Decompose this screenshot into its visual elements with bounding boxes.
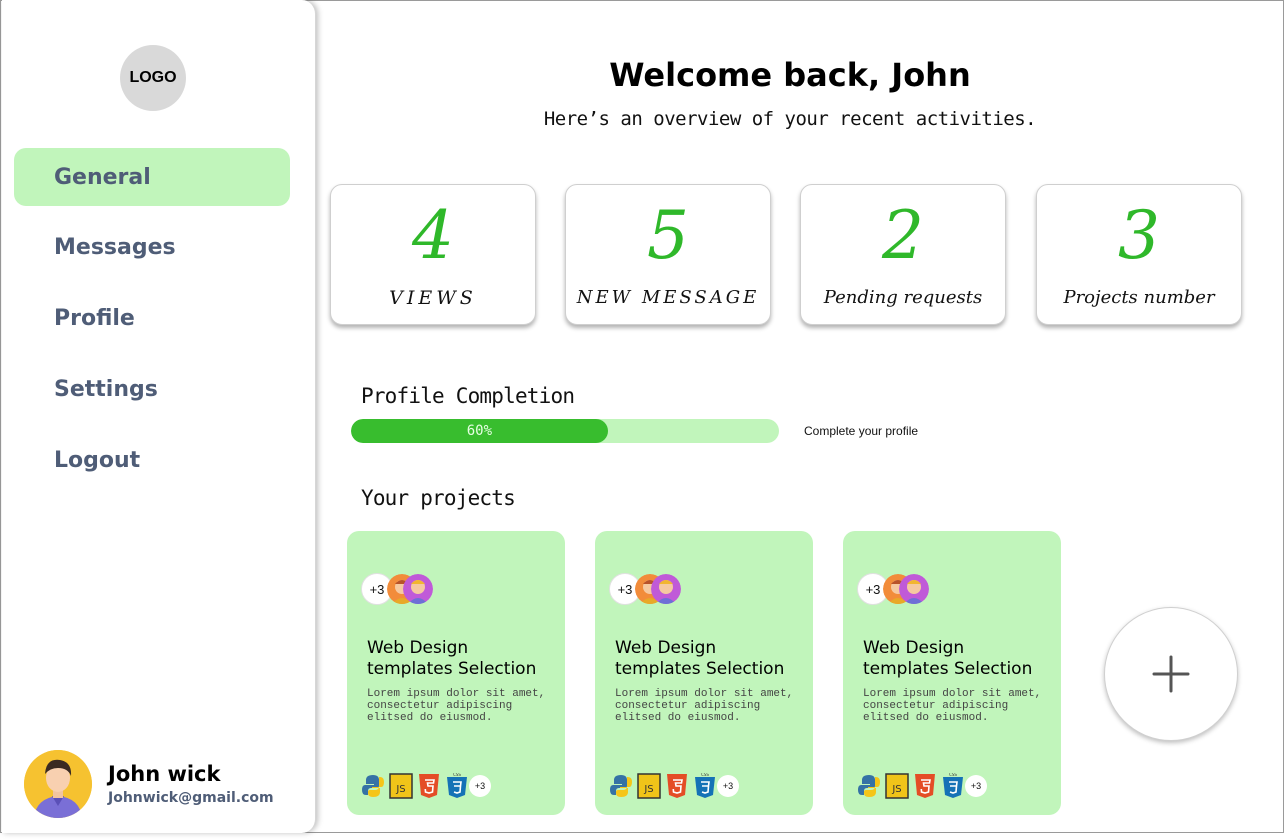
profile-completion-title: Profile Completion xyxy=(361,384,575,408)
project-title: Web Design templates Selection xyxy=(367,638,537,679)
svg-text:JS: JS xyxy=(643,784,653,795)
tech-more-badge: +3 xyxy=(965,775,987,797)
project-members[interactable]: +3 xyxy=(857,573,957,607)
project-members[interactable]: +3 xyxy=(609,573,709,607)
sidebar-item-messages[interactable]: Messages xyxy=(14,218,290,276)
stat-value: 4 xyxy=(412,197,454,274)
javascript-icon: JS xyxy=(885,773,909,799)
project-description: Lorem ipsum dolor sit amet, consectetur … xyxy=(367,688,546,724)
user-avatar-icon xyxy=(24,750,92,818)
project-card[interactable]: +3 Web Design templates Selection Lorem … xyxy=(843,531,1061,815)
logo: LOGO xyxy=(120,45,186,111)
svg-text:CSS: CSS xyxy=(949,773,957,777)
project-description: Lorem ipsum dolor sit amet, consectetur … xyxy=(863,688,1042,724)
project-tech-stack: JS CSS +3 xyxy=(609,773,809,801)
user-email: Johnwick@gmail.com xyxy=(108,790,274,806)
tech-more-badge: +3 xyxy=(717,775,739,797)
projects-title: Your projects xyxy=(361,486,516,510)
stat-value: 3 xyxy=(1118,197,1160,274)
css3-icon: CSS xyxy=(695,773,715,798)
complete-profile-link[interactable]: Complete your profile xyxy=(804,424,918,438)
html5-icon xyxy=(419,774,439,798)
page-subtitle: Here’s an overview of your recent activi… xyxy=(543,108,1037,130)
user-card[interactable]: John wick Johnwick@gmail.com xyxy=(24,748,304,818)
sidebar-item-profile[interactable]: Profile xyxy=(14,289,290,347)
stat-card-views[interactable]: 4 VIEWS xyxy=(330,184,536,325)
stat-card-pending-requests[interactable]: 2 Pending requests xyxy=(800,184,1006,325)
sidebar-item-logout[interactable]: Logout xyxy=(14,431,290,489)
python-icon xyxy=(362,775,384,797)
member-avatar-icon xyxy=(899,574,929,604)
css3-icon: CSS xyxy=(447,773,467,798)
sidebar-item-settings[interactable]: Settings xyxy=(14,360,290,418)
stat-card-projects-number[interactable]: 3 Projects number xyxy=(1036,184,1242,325)
project-title: Web Design templates Selection xyxy=(863,638,1033,679)
stat-label: Pending requests xyxy=(823,287,983,308)
python-icon xyxy=(610,775,632,797)
member-avatar-icon xyxy=(403,574,433,604)
avatar xyxy=(24,750,92,818)
css3-icon: CSS xyxy=(943,773,963,798)
page-title: Welcome back, John xyxy=(609,56,971,94)
html5-icon xyxy=(915,774,935,798)
project-members[interactable]: +3 xyxy=(361,573,461,607)
plus-icon xyxy=(1152,655,1190,693)
javascript-icon: JS xyxy=(389,773,413,799)
member-avatar-icon xyxy=(651,574,681,604)
sidebar: LOGO General Messages Profile Settings L… xyxy=(2,0,316,833)
project-description: Lorem ipsum dolor sit amet, consectetur … xyxy=(615,688,794,724)
svg-text:JS: JS xyxy=(891,784,901,795)
python-icon xyxy=(858,775,880,797)
svg-text:CSS: CSS xyxy=(453,773,461,777)
javascript-icon: JS xyxy=(637,773,661,799)
user-name: John wick xyxy=(108,762,221,786)
add-project-button[interactable] xyxy=(1104,607,1238,741)
stat-value: 5 xyxy=(647,197,689,274)
stat-label: NEW MESSAGE xyxy=(576,287,760,308)
svg-text:JS: JS xyxy=(395,784,405,795)
project-card[interactable]: +3 Web Design templates Selection Lorem … xyxy=(595,531,813,815)
stat-card-new-message[interactable]: 5 NEW MESSAGE xyxy=(565,184,771,325)
stat-label: Projects number xyxy=(1063,287,1215,308)
tech-more-badge: +3 xyxy=(469,775,491,797)
svg-text:CSS: CSS xyxy=(701,773,709,777)
progress-fill: 60% xyxy=(351,419,608,443)
project-title: Web Design templates Selection xyxy=(615,638,785,679)
project-tech-stack: JS CSS +3 xyxy=(361,773,561,801)
stat-value: 2 xyxy=(882,197,924,274)
profile-progress-bar: 60% xyxy=(351,419,779,443)
stat-label: VIEWS xyxy=(389,287,477,309)
project-card[interactable]: +3 Web Design templates Selection Lorem … xyxy=(347,531,565,815)
html5-icon xyxy=(667,774,687,798)
project-tech-stack: JS CSS +3 xyxy=(857,773,1057,801)
sidebar-item-general[interactable]: General xyxy=(14,148,290,206)
